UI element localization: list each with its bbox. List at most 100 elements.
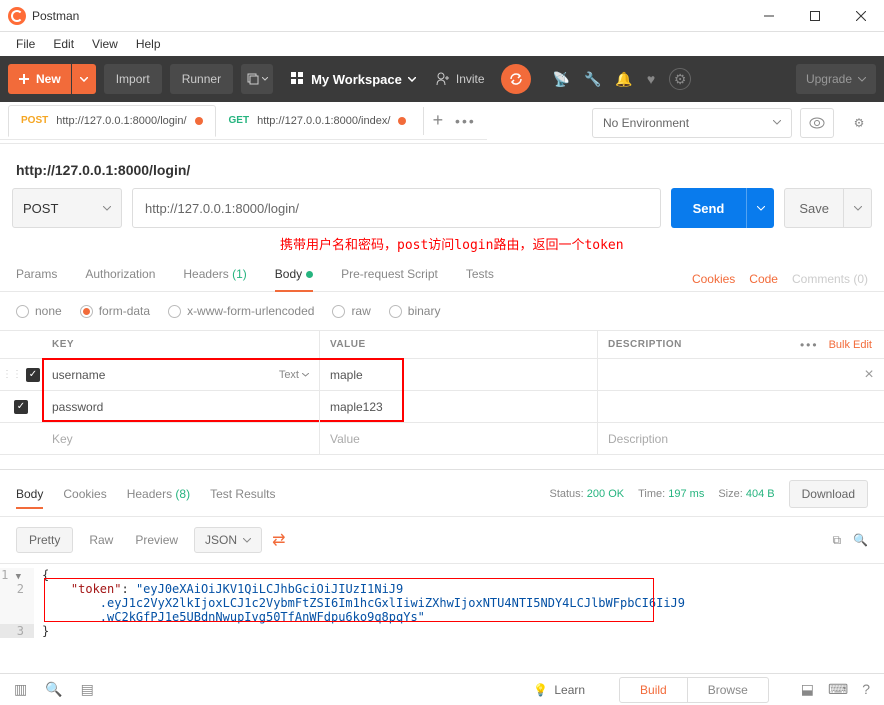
save-button[interactable]: Save: [784, 188, 844, 228]
modified-dot-icon: [306, 271, 313, 278]
response-tab-body[interactable]: Body: [16, 487, 43, 501]
bottombar: ▥ 🔍 ▤ 💡 Learn Build Browse ⬓ ⌨ ?: [0, 673, 884, 705]
value-input[interactable]: maple: [320, 359, 598, 390]
method-select[interactable]: POST: [12, 188, 122, 228]
key-input[interactable]: Key: [42, 423, 320, 454]
size-value: 404 B: [746, 488, 775, 500]
environment-select[interactable]: No Environment: [592, 108, 792, 138]
row-checkbox[interactable]: ✓: [14, 400, 28, 414]
cookies-link[interactable]: Cookies: [692, 272, 735, 286]
subtab-headers[interactable]: Headers (1): [183, 267, 246, 291]
invite-button[interactable]: Invite: [436, 72, 485, 86]
radio-icon: [16, 305, 29, 318]
settings-icon[interactable]: ⚙: [669, 68, 691, 90]
chevron-down-icon: [103, 206, 111, 211]
key-input[interactable]: usernameText: [42, 359, 320, 390]
response-tab-headers[interactable]: Headers (8): [127, 487, 190, 501]
wrench-icon[interactable]: 🔧: [584, 71, 601, 88]
search-icon[interactable]: 🔍: [853, 533, 868, 548]
request-tab[interactable]: POSThttp://127.0.0.1:8000/login/: [8, 105, 216, 137]
heart-icon[interactable]: ♥: [647, 71, 655, 87]
chevron-down-icon: [854, 206, 862, 211]
maximize-button[interactable]: [792, 0, 838, 32]
subtab-prerequest[interactable]: Pre-request Script: [341, 267, 438, 291]
type-select[interactable]: Text: [279, 369, 309, 381]
runner-button[interactable]: Runner: [170, 64, 233, 94]
format-select[interactable]: JSON: [194, 527, 262, 553]
bell-icon[interactable]: 🔔: [615, 71, 632, 88]
row-checkbox[interactable]: ✓: [26, 368, 40, 382]
url-input[interactable]: [132, 188, 661, 228]
tab-options-button[interactable]: •••: [451, 107, 479, 135]
wrap-icon[interactable]: ⇄: [272, 530, 285, 550]
radio-formdata[interactable]: form-data: [80, 304, 150, 318]
menu-edit[interactable]: Edit: [45, 34, 82, 54]
new-button[interactable]: New: [8, 64, 71, 94]
response-body: 1 ▼{ 2 "token": "eyJ0eXAiOiJKV1QiLCJhbGc…: [0, 564, 884, 642]
upgrade-button[interactable]: Upgrade: [796, 64, 876, 94]
console-icon[interactable]: ▤: [81, 681, 94, 698]
response-toolbar: Pretty Raw Preview JSON ⇄ ⧉ 🔍: [0, 516, 884, 564]
menu-file[interactable]: File: [8, 34, 43, 54]
annotation: 携带用户名和密码，post访问login路由，返回一个token: [0, 234, 884, 257]
subtab-body[interactable]: Body: [275, 267, 313, 291]
modified-dot-icon: [398, 117, 406, 125]
radio-binary[interactable]: binary: [389, 304, 441, 318]
build-tab[interactable]: Build: [620, 678, 687, 702]
view-preview[interactable]: Preview: [129, 528, 184, 552]
subtab-params[interactable]: Params: [16, 267, 57, 291]
radio-none[interactable]: none: [16, 304, 62, 318]
eye-icon: [809, 117, 825, 129]
send-dropdown[interactable]: [746, 188, 774, 228]
subtab-authorization[interactable]: Authorization: [85, 267, 155, 291]
minimize-button[interactable]: [746, 0, 792, 32]
kv-row: ✓ passwordmaple123: [0, 391, 884, 423]
response-tab-test-results[interactable]: Test Results: [210, 487, 275, 501]
copy-icon[interactable]: ⧉: [832, 533, 841, 548]
environment-settings[interactable]: ⚙: [842, 108, 876, 138]
subtab-tests[interactable]: Tests: [466, 267, 494, 291]
add-tab-button[interactable]: +: [423, 107, 451, 135]
drag-handle-icon[interactable]: ⋮⋮: [2, 369, 22, 380]
response-tab-cookies[interactable]: Cookies: [63, 487, 106, 501]
send-button[interactable]: Send: [671, 188, 747, 228]
find-icon[interactable]: 🔍: [45, 681, 62, 698]
delete-row-button[interactable]: ×: [854, 366, 884, 384]
tab-url: http://127.0.0.1:8000/index/: [257, 115, 390, 127]
comments-link[interactable]: Comments (0): [792, 272, 868, 286]
request-tab[interactable]: GEThttp://127.0.0.1:8000/index/: [216, 105, 420, 137]
bulk-edit-link[interactable]: Bulk Edit: [829, 339, 872, 351]
menu-view[interactable]: View: [84, 34, 126, 54]
browse-tab[interactable]: Browse: [687, 678, 768, 702]
save-dropdown[interactable]: [844, 188, 872, 228]
invite-label: Invite: [456, 72, 485, 86]
value-input[interactable]: maple123: [320, 391, 598, 422]
description-input[interactable]: Description: [598, 432, 884, 446]
workspace-selector[interactable]: My Workspace: [291, 72, 416, 87]
value-header: VALUE: [320, 331, 598, 358]
download-button[interactable]: Download: [789, 480, 868, 508]
close-button[interactable]: [838, 0, 884, 32]
keyboard-shortcuts-icon[interactable]: ⌨: [828, 681, 848, 698]
new-window-button[interactable]: [241, 64, 273, 94]
view-pretty[interactable]: Pretty: [16, 527, 73, 553]
chevron-down-icon: [243, 538, 251, 543]
satellite-icon[interactable]: 📡: [553, 71, 570, 88]
new-dropdown[interactable]: [72, 64, 96, 94]
two-pane-icon[interactable]: ⬓: [801, 681, 814, 698]
menu-help[interactable]: Help: [128, 34, 169, 54]
radio-urlencoded[interactable]: x-www-form-urlencoded: [168, 304, 314, 318]
environment-quick-look[interactable]: [800, 108, 834, 138]
help-icon[interactable]: ?: [862, 681, 870, 698]
view-raw[interactable]: Raw: [83, 528, 119, 552]
import-button[interactable]: Import: [104, 64, 162, 94]
radio-raw[interactable]: raw: [332, 304, 370, 318]
sync-button[interactable]: [501, 64, 531, 94]
learn-button[interactable]: 💡 Learn: [533, 683, 585, 697]
description-header: DESCRIPTION: [598, 331, 784, 358]
sidebar-toggle-icon[interactable]: ▥: [14, 681, 27, 698]
code-link[interactable]: Code: [749, 272, 778, 286]
key-input[interactable]: password: [42, 391, 320, 422]
more-options-button[interactable]: •••: [800, 338, 819, 352]
value-input[interactable]: Value: [320, 423, 598, 454]
